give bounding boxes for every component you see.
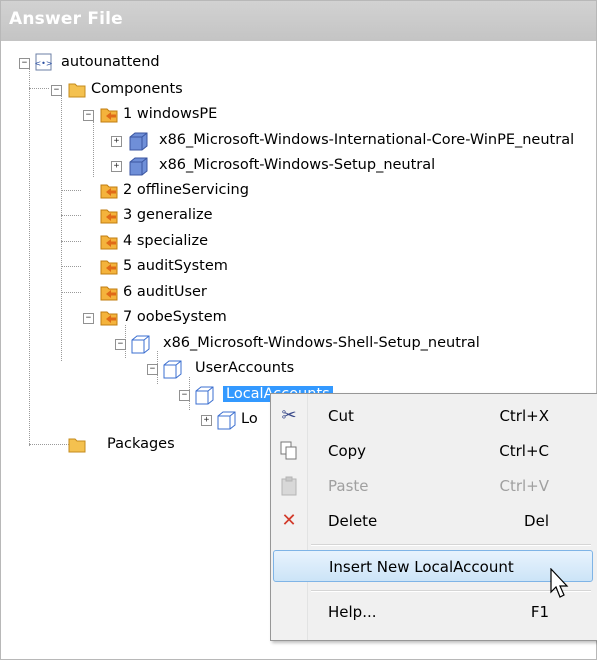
tree-node-pass-generalize[interactable]: 3 generalize <box>99 204 299 228</box>
context-menu: ✂ Cut Ctrl+X Copy Ctrl+C Paste Ctrl+V ✕ … <box>270 393 597 641</box>
menu-item-cut[interactable]: ✂ Cut Ctrl+X <box>273 400 593 432</box>
tree-line <box>61 266 81 267</box>
tree-node-packages[interactable]: Packages <box>67 433 267 457</box>
collapse-icon[interactable]: − <box>83 313 94 324</box>
pass-folder-icon <box>100 184 118 199</box>
paste-icon <box>279 476 299 496</box>
tree-node-label: 5 auditSystem <box>123 258 228 274</box>
collapse-icon[interactable]: − <box>147 364 158 375</box>
delete-icon: ✕ <box>281 510 297 531</box>
panel-header: Answer File <box>1 1 596 41</box>
tree-node-pass-audituser[interactable]: 6 auditUser <box>99 281 299 305</box>
tree-node-label: 1 windowsPE <box>123 106 218 122</box>
menu-item-label: Delete <box>328 512 378 530</box>
menu-separator <box>311 544 591 546</box>
tree-node-label: 6 auditUser <box>123 284 207 300</box>
menu-item-copy[interactable]: Copy Ctrl+C <box>273 435 593 467</box>
tree-line <box>29 68 30 446</box>
tree-line <box>61 190 81 191</box>
component-open-icon <box>217 411 236 430</box>
menu-item-shortcut: F1 <box>530 603 549 621</box>
collapse-icon[interactable]: − <box>179 390 190 401</box>
tree-node-label: 3 generalize <box>123 207 213 223</box>
pass-folder-icon <box>100 311 118 326</box>
pass-folder-icon <box>100 209 118 224</box>
tree-node-label: x86_Microsoft-Windows-International-Core… <box>159 132 575 148</box>
tree-line <box>93 121 94 177</box>
pass-folder-icon <box>100 260 118 275</box>
pass-folder-icon <box>100 108 118 123</box>
tree-node-label: Lo <box>241 411 258 427</box>
tree-node-pass-offlineservicing[interactable]: 2 offlineServicing <box>99 179 299 203</box>
component-open-icon <box>163 360 182 379</box>
tree-node-pass-windowspe[interactable]: − 1 windowsPE <box>83 103 283 127</box>
tree-node-label: Packages <box>107 436 175 452</box>
component-icon <box>129 157 148 176</box>
tree-node-component[interactable]: + x86_Microsoft-Windows-Setup_neutral <box>111 154 515 178</box>
menu-item-shortcut: Ctrl+X <box>499 407 549 425</box>
copy-icon <box>279 441 299 461</box>
tree-line <box>29 444 69 445</box>
component-open-icon <box>131 335 150 354</box>
expand-icon[interactable]: + <box>201 415 212 426</box>
tree-node-pass-specialize[interactable]: 4 specialize <box>99 230 299 254</box>
scissors-icon: ✂ <box>281 405 297 426</box>
xml-file-icon: <•> <box>35 53 53 71</box>
menu-item-shortcut: Ctrl+V <box>499 477 549 495</box>
menu-item-label: Insert New LocalAccount <box>329 558 514 576</box>
pass-folder-icon <box>100 235 118 250</box>
tree-node-pass-oobesystem[interactable]: − 7 oobeSystem <box>83 306 283 330</box>
menu-item-insert-new-localaccount[interactable]: Insert New LocalAccount <box>273 550 593 582</box>
component-open-icon <box>195 386 214 405</box>
menu-item-paste[interactable]: Paste Ctrl+V <box>273 470 593 502</box>
menu-item-label: Copy <box>328 442 367 460</box>
tree-node-shell-setup[interactable]: − x86_Microsoft-Windows-Shell-Setup_neut… <box>115 332 535 356</box>
tree-line <box>61 215 81 216</box>
tree-line <box>61 96 62 361</box>
tree-node-label: Components <box>91 81 183 97</box>
tree-node-pass-auditsystem[interactable]: 5 auditSystem <box>99 255 299 279</box>
tree-node-label: 4 specialize <box>123 233 208 249</box>
expand-icon[interactable]: + <box>111 161 122 172</box>
folder-icon <box>68 438 86 453</box>
tree-node-components[interactable]: − Components <box>51 78 251 102</box>
component-icon <box>129 132 148 151</box>
tree-node-component[interactable]: + x86_Microsoft-Windows-International-Co… <box>111 129 595 153</box>
tree-line <box>61 292 81 293</box>
tree-node-label: 7 oobeSystem <box>123 309 227 325</box>
panel-title: Answer File <box>9 9 123 29</box>
collapse-icon[interactable]: − <box>115 339 126 350</box>
menu-item-delete[interactable]: ✕ Delete Del <box>273 505 593 537</box>
svg-text:<•>: <•> <box>35 59 53 68</box>
folder-icon <box>68 83 86 98</box>
collapse-icon[interactable]: − <box>51 85 62 96</box>
menu-item-label: Paste <box>328 477 369 495</box>
collapse-icon[interactable]: − <box>83 110 94 121</box>
tree-node-localaccount[interactable]: + Lo <box>201 408 281 432</box>
mouse-cursor-icon <box>550 568 569 598</box>
tree-node-useraccounts[interactable]: − UserAccounts <box>147 357 347 381</box>
tree-node-label: 2 offlineServicing <box>123 182 249 198</box>
menu-item-help[interactable]: Help... F1 <box>273 596 593 628</box>
tree-node-label: x86_Microsoft-Windows-Shell-Setup_neutra… <box>163 335 480 351</box>
tree-line <box>61 241 81 242</box>
tree-node-root[interactable]: − <•> autounattend <box>19 51 219 75</box>
collapse-icon[interactable]: − <box>19 58 30 69</box>
tree-node-label: x86_Microsoft-Windows-Setup_neutral <box>159 157 436 173</box>
expand-icon[interactable]: + <box>111 136 122 147</box>
menu-item-shortcut: Ctrl+C <box>499 442 549 460</box>
tree-node-label: UserAccounts <box>195 360 295 376</box>
tree-line <box>29 88 49 89</box>
menu-item-shortcut: Del <box>524 512 549 530</box>
menu-item-label: Help... <box>328 603 377 621</box>
pass-folder-icon <box>100 286 118 301</box>
menu-item-label: Cut <box>328 407 354 425</box>
tree-node-label: autounattend <box>61 54 160 70</box>
